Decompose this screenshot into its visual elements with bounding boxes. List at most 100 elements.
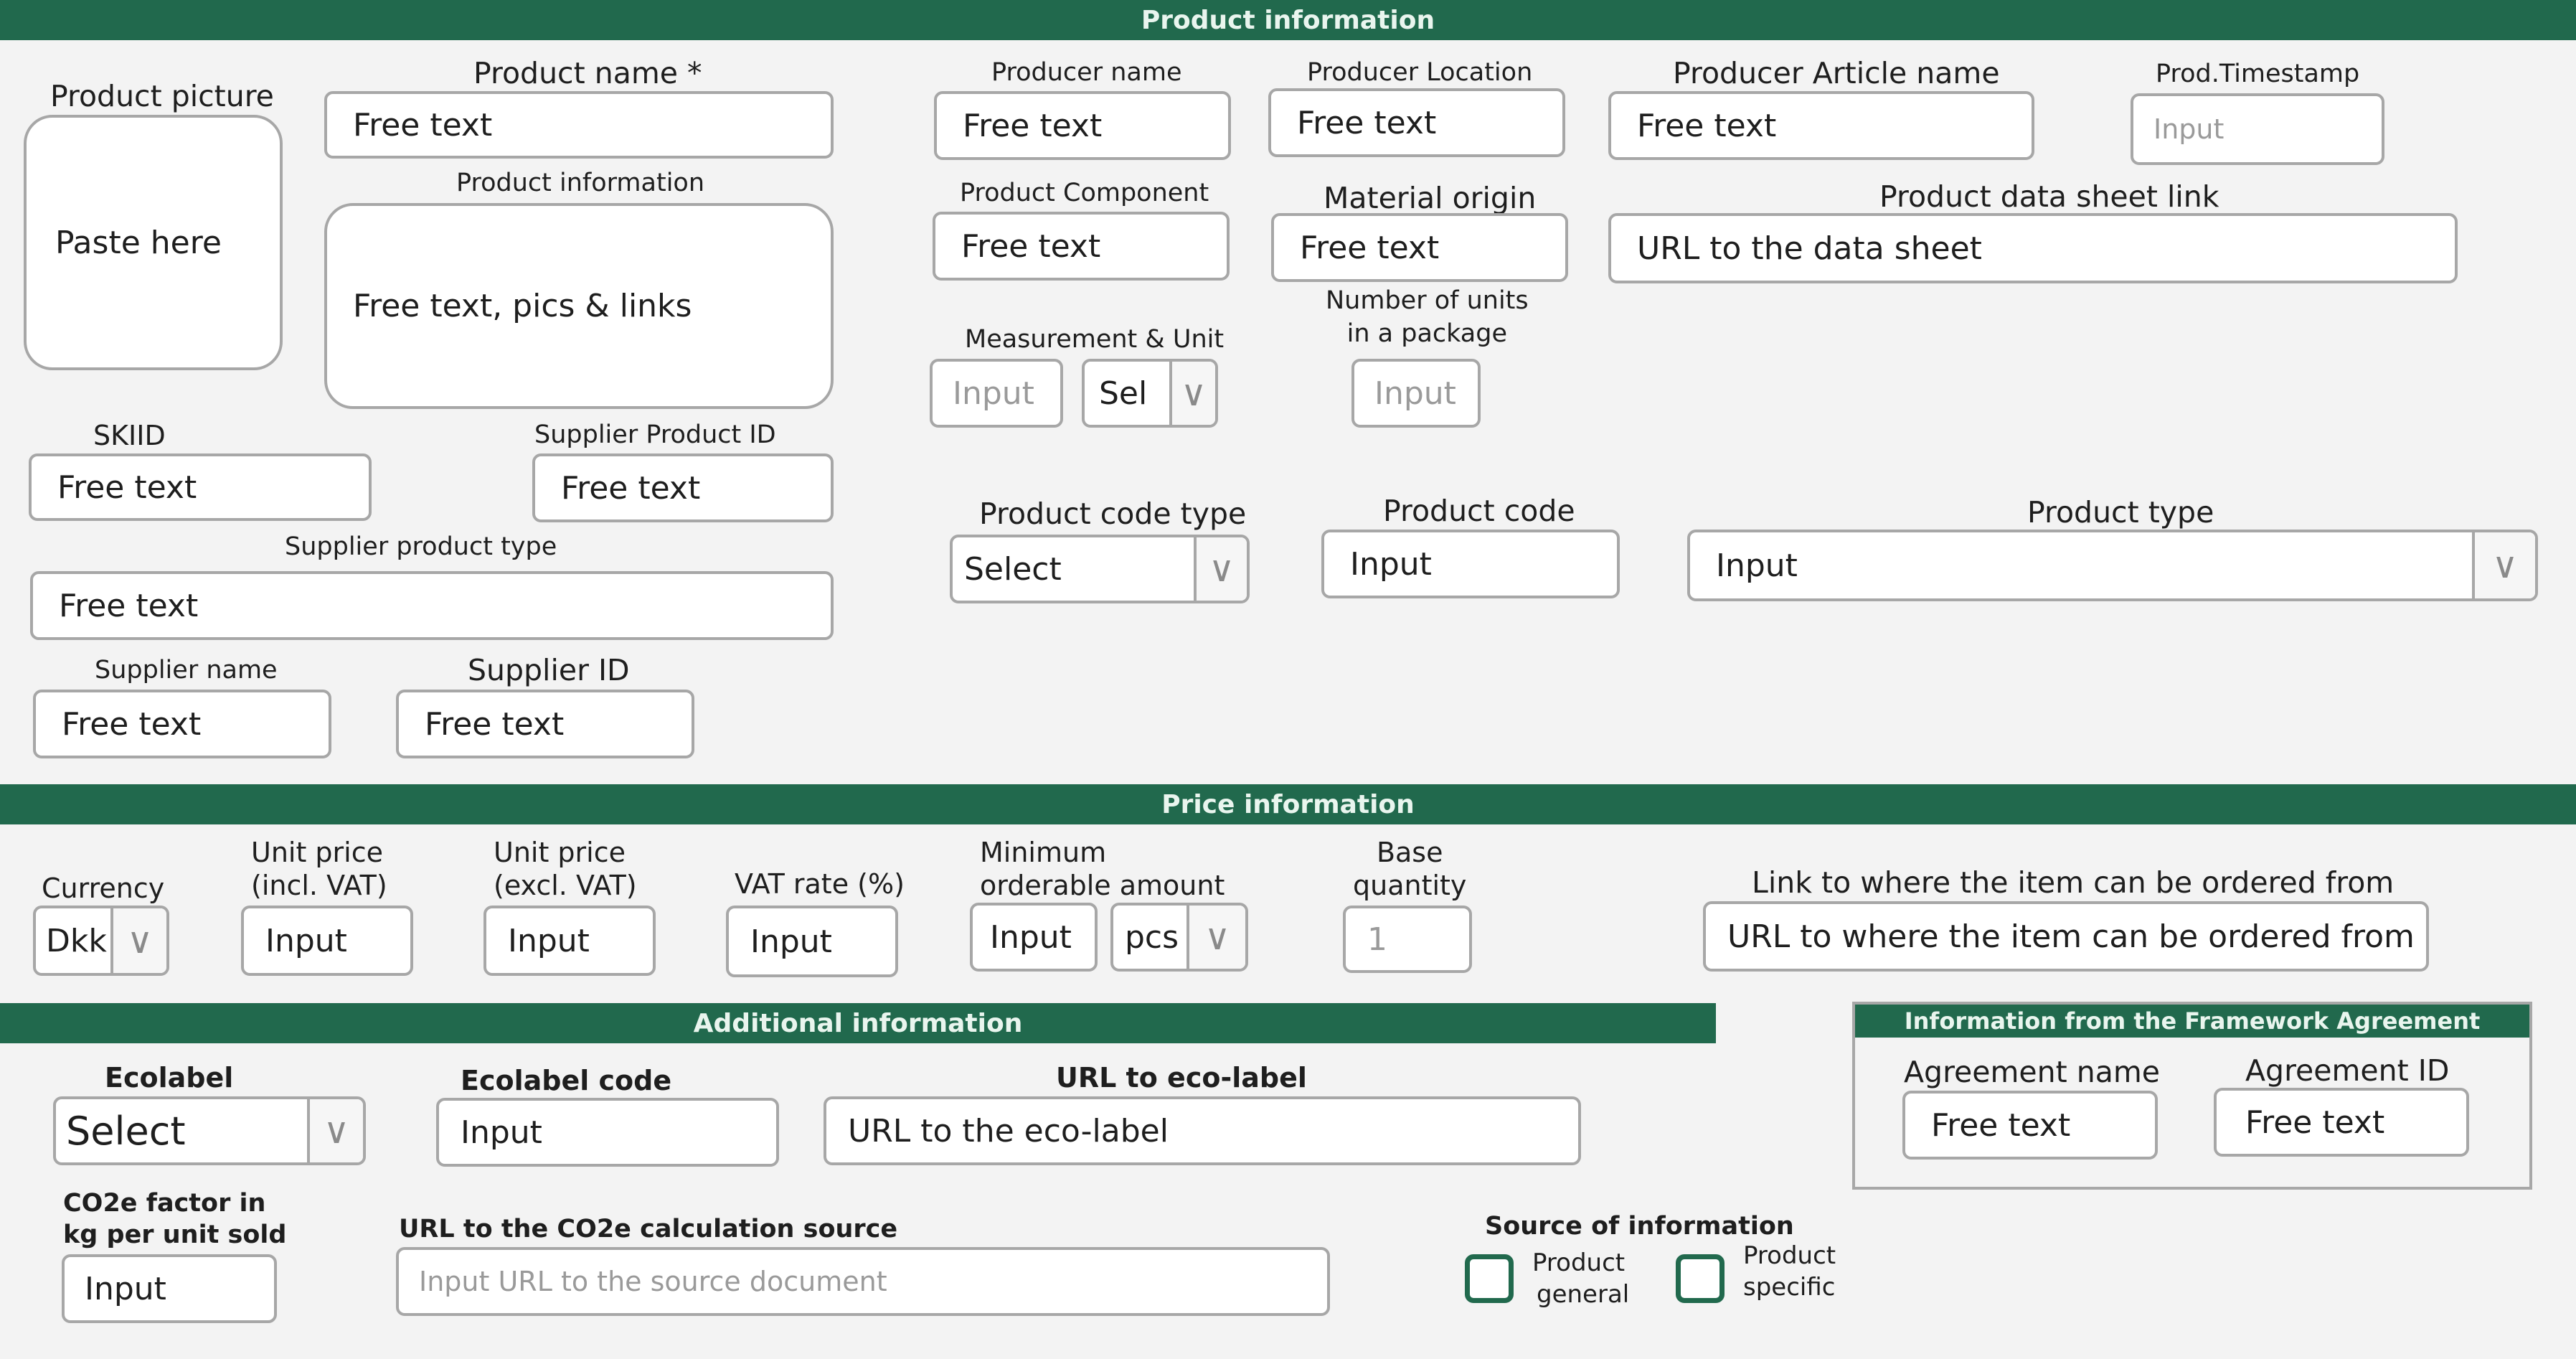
- supplier-id-label: Supplier ID: [468, 653, 630, 687]
- units-package-label-line2: in a package: [1346, 319, 1507, 348]
- product-picture-value: Paste here: [55, 224, 222, 261]
- product-code-type-select[interactable]: Select ∨: [950, 535, 1250, 603]
- price-information-header: Price information: [0, 784, 2576, 824]
- section-title: Additional information: [693, 1008, 1023, 1038]
- co2-factor-label-line1: CO2e factor in: [63, 1189, 266, 1218]
- chevron-down-icon: ∨: [1169, 362, 1215, 425]
- min-order-label-line2: orderable amount: [980, 869, 1225, 901]
- measurement-input[interactable]: Input: [930, 359, 1063, 428]
- co2-factor-input[interactable]: Input: [62, 1254, 277, 1323]
- timestamp-label: Prod.Timestamp: [2156, 60, 2360, 88]
- product-name-input[interactable]: Free text: [324, 91, 834, 159]
- agreement-name-input[interactable]: Free text: [1902, 1091, 2158, 1160]
- product-information-label: Product information: [456, 169, 705, 197]
- order-link-label: Link to where the item can be ordered fr…: [1752, 865, 2395, 900]
- base-quantity-input[interactable]: 1: [1343, 906, 1472, 973]
- units-package-label-line1: Number of units: [1326, 286, 1529, 315]
- timestamp-input[interactable]: Input: [2131, 93, 2384, 165]
- eco-url-input[interactable]: URL to the eco-label: [824, 1096, 1581, 1165]
- vat-rate-value: Input: [750, 923, 832, 960]
- product-component-input[interactable]: Free text: [933, 212, 1230, 281]
- product-code-input[interactable]: Input: [1321, 530, 1620, 598]
- supplier-product-type-input[interactable]: Free text: [30, 571, 834, 640]
- product-code-label: Product code: [1383, 494, 1575, 528]
- base-quantity-label-line2: quantity: [1353, 869, 1467, 901]
- supplier-product-type-value: Free text: [59, 587, 199, 624]
- timestamp-placeholder: Input: [2153, 113, 2224, 145]
- unit-price-incl-label: Unit price (incl. VAT): [251, 837, 387, 902]
- min-order-unit-select[interactable]: pcs ∨: [1110, 903, 1248, 972]
- co2-url-input[interactable]: Input URL to the source document: [396, 1247, 1330, 1316]
- producer-location-input[interactable]: Free text: [1268, 88, 1565, 157]
- producer-article-value: Free text: [1637, 107, 1777, 144]
- co2-factor-label: CO2e factor in kg per unit sold: [63, 1188, 286, 1251]
- producer-name-value: Free text: [963, 107, 1103, 144]
- product-information-value: Free text, pics & links: [353, 288, 692, 324]
- material-origin-input[interactable]: Free text: [1271, 213, 1568, 282]
- order-link-input[interactable]: URL to where the item can be ordered fro…: [1703, 901, 2429, 972]
- unit-price-incl-label-line1: Unit price: [251, 837, 384, 868]
- section-title: Price information: [1161, 789, 1415, 819]
- measurement-unit-select[interactable]: Sel ∨: [1082, 359, 1218, 428]
- supplier-product-id-input[interactable]: Free text: [532, 453, 834, 522]
- units-package-placeholder: Input: [1374, 375, 1456, 412]
- ecolabel-code-label: Ecolabel code: [461, 1065, 672, 1096]
- product-specific-checkbox[interactable]: [1676, 1254, 1725, 1303]
- measurement-unit-value: Sel: [1099, 375, 1148, 412]
- product-name-value: Free text: [353, 106, 493, 144]
- supplier-name-input[interactable]: Free text: [33, 690, 331, 758]
- supplier-id-input[interactable]: Free text: [396, 690, 694, 758]
- units-package-label: Number of units in a package: [1326, 286, 1529, 349]
- unit-price-excl-label: Unit price (excl. VAT): [494, 837, 637, 902]
- supplier-id-value: Free text: [425, 705, 565, 743]
- producer-article-label: Producer Article name: [1673, 56, 2000, 90]
- unit-price-excl-label-line2: (excl. VAT): [494, 869, 637, 901]
- product-component-value: Free text: [961, 227, 1101, 265]
- additional-information-header: Additional information: [0, 1003, 1716, 1043]
- product-picture-field[interactable]: Paste here: [24, 115, 283, 370]
- unit-price-excl-input[interactable]: Input: [483, 906, 656, 976]
- agreement-name-value: Free text: [1931, 1106, 2071, 1144]
- product-picture-label: Product picture: [50, 79, 274, 113]
- ecolabel-code-input[interactable]: Input: [436, 1098, 779, 1167]
- section-title: Information from the Framework Agreement: [1904, 1007, 2481, 1035]
- product-information-textarea[interactable]: Free text, pics & links: [324, 203, 834, 409]
- material-origin-label: Material origin: [1324, 181, 1537, 215]
- ecolabel-label: Ecolabel: [105, 1062, 234, 1094]
- framework-agreement-header: Information from the Framework Agreement: [1855, 1005, 2529, 1038]
- vat-rate-input[interactable]: Input: [726, 906, 898, 977]
- unit-price-incl-input[interactable]: Input: [241, 906, 413, 976]
- skiid-label: SKIID: [93, 420, 166, 451]
- agreement-id-value: Free text: [2245, 1104, 2385, 1141]
- skiid-value: Free text: [57, 469, 197, 506]
- datasheet-value: URL to the data sheet: [1637, 230, 1982, 267]
- unit-price-incl-value: Input: [265, 922, 347, 959]
- product-type-select[interactable]: Input ∨: [1687, 530, 2538, 601]
- datasheet-input[interactable]: URL to the data sheet: [1608, 213, 2458, 283]
- product-general-checkbox[interactable]: [1465, 1254, 1514, 1303]
- co2-factor-label-line2: kg per unit sold: [63, 1220, 287, 1249]
- currency-select[interactable]: Dkk ∨: [33, 906, 169, 976]
- product-general-label-line2: general: [1537, 1280, 1630, 1309]
- vat-rate-label: VAT rate (%): [735, 868, 905, 900]
- base-quantity-label: Base quantity: [1353, 837, 1466, 902]
- currency-value: Dkk: [46, 922, 107, 959]
- min-order-input[interactable]: Input: [970, 903, 1098, 972]
- product-general-label-line1: Product: [1532, 1249, 1626, 1277]
- skiid-input[interactable]: Free text: [29, 453, 372, 521]
- product-component-label: Product Component: [960, 179, 1209, 207]
- min-order-unit-value: pcs: [1125, 918, 1179, 956]
- measurement-placeholder: Input: [953, 375, 1034, 412]
- producer-article-input[interactable]: Free text: [1608, 91, 2034, 160]
- agreement-id-input[interactable]: Free text: [2214, 1088, 2469, 1157]
- unit-price-excl-label-line1: Unit price: [494, 837, 626, 868]
- unit-price-excl-value: Input: [508, 922, 590, 959]
- units-package-input[interactable]: Input: [1351, 359, 1481, 428]
- min-order-label: Minimum orderable amount: [980, 837, 1225, 902]
- product-code-value: Input: [1350, 545, 1432, 583]
- producer-name-label: Producer name: [991, 58, 1182, 87]
- producer-location-label: Producer Location: [1307, 58, 1533, 87]
- material-origin-value: Free text: [1300, 229, 1440, 266]
- producer-name-input[interactable]: Free text: [934, 91, 1231, 160]
- ecolabel-select[interactable]: Select ∨: [53, 1096, 366, 1165]
